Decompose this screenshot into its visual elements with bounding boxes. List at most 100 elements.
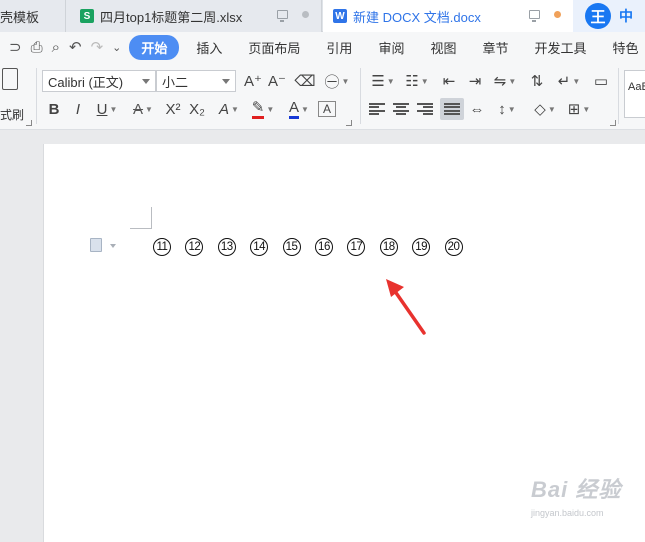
ribbon-menu: ⊃ ⎙ ⌕ ↶ ↷ ⌄ 开始 插入 页面布局 引用 审阅 视图 章节 开发工具 … <box>0 32 645 62</box>
menu-developer[interactable]: 开发工具 <box>525 35 595 60</box>
align-right-icon <box>417 102 433 116</box>
baidu-watermark: Bai 经验 jingyan.baidu.com <box>531 472 621 518</box>
tab-label: 四月top1标题第二周.xlsx <box>100 9 243 25</box>
align-right-button[interactable] <box>414 98 436 120</box>
document-area: 11 12 13 14 15 16 17 18 19 20 Bai 经验 jin… <box>0 131 645 542</box>
bold-button[interactable]: B <box>44 98 64 120</box>
chinese-layout-button[interactable]: ⇋ ▼ <box>490 70 520 92</box>
font-color-icon: A <box>289 99 300 119</box>
divider <box>618 68 619 124</box>
tab-docx-active[interactable]: W 新建 DOCX 文档.docx <box>323 0 573 32</box>
menu-section[interactable]: 章节 <box>473 35 517 60</box>
align-center-button[interactable] <box>390 98 412 120</box>
close-dot-icon[interactable] <box>302 11 309 18</box>
superscript-button[interactable]: X² <box>162 98 184 120</box>
grow-font-button[interactable]: A⁺ <box>242 70 264 92</box>
text-effect-button[interactable]: A ▼ <box>214 98 244 120</box>
font-color-button[interactable]: A ▼ <box>284 98 314 120</box>
font-size-value: 小二 <box>162 74 189 90</box>
paragraph-layout-icon[interactable] <box>90 238 102 252</box>
redo-icon[interactable]: ↷ <box>91 38 104 56</box>
borders-button[interactable]: ⊞ ▼ <box>564 98 594 120</box>
justify-icon <box>444 102 460 116</box>
char-border-button[interactable]: A <box>318 101 336 117</box>
menu-special[interactable]: 特色 <box>604 35 645 60</box>
font-size-select[interactable]: 小二 <box>156 70 236 92</box>
align-left-button[interactable] <box>366 98 388 120</box>
shading-button[interactable]: ◇ ▼ <box>530 98 560 120</box>
format-painter-label: 式刷 <box>0 108 25 122</box>
clipboard-dialog-launcher[interactable] <box>26 120 32 126</box>
circled-number: 20 <box>444 238 463 256</box>
style-gallery-item[interactable]: AaB <box>624 70 645 118</box>
menu-insert[interactable]: 插入 <box>187 35 231 60</box>
document-page[interactable]: 11 12 13 14 15 16 17 18 19 20 Bai 经验 jin… <box>43 144 645 542</box>
menu-page-layout[interactable]: 页面布局 <box>239 35 309 60</box>
paragraph-dialog-launcher[interactable] <box>610 120 616 126</box>
watermark-text: Bai 经验 <box>531 477 622 502</box>
text-effect-icon: A <box>219 100 230 118</box>
divider <box>360 68 361 124</box>
increase-indent-icon[interactable]: ⇥ <box>464 70 486 92</box>
monitor-icon[interactable] <box>277 10 288 22</box>
unsaved-dot-icon[interactable] <box>554 11 561 18</box>
font-name-value: Calibri (正文) <box>48 74 124 90</box>
line-spacing-button[interactable]: ↕ ▼ <box>492 98 522 120</box>
circled-number: 11 <box>153 238 171 256</box>
open-icon[interactable]: ⊃ <box>9 38 22 56</box>
decrease-indent-icon[interactable]: ⇤ <box>438 70 460 92</box>
circled-numbers-line[interactable]: 11 12 13 14 15 16 17 18 19 20 <box>153 238 477 256</box>
clear-format-icon[interactable]: ⌫ <box>294 70 316 92</box>
account-area[interactable]: 王 中 <box>573 0 645 32</box>
circled-number: 15 <box>282 238 301 256</box>
tab-templates[interactable]: 壳模板 <box>0 0 66 32</box>
paragraph-layout-dropdown-icon[interactable] <box>110 244 116 248</box>
distribute-icon[interactable]: ⇔ <box>466 98 488 120</box>
italic-button[interactable]: I <box>68 98 88 120</box>
underline-icon: U <box>96 100 108 118</box>
tab-xlsx[interactable]: S 四月top1标题第二周.xlsx <box>66 0 322 32</box>
quick-access-dropdown-icon[interactable]: ⌄ <box>112 41 121 54</box>
menu-home[interactable]: 开始 <box>129 34 180 60</box>
tab-label: 壳模板 <box>0 9 40 25</box>
underline-button[interactable]: U ▼ <box>92 98 122 120</box>
highlight-icon: ✎ <box>251 99 265 119</box>
menu-references[interactable]: 引用 <box>317 35 361 60</box>
strikethrough-icon: A <box>133 100 144 118</box>
menu-review[interactable]: 审阅 <box>369 35 413 60</box>
document-icon: W <box>333 9 347 23</box>
circled-number: 12 <box>185 238 204 256</box>
ribbon-tools: 式刷 Calibri (正文) 小二 A⁺ A⁻ ⌫ ㊀ ▼ B I U ▼ A ▼ … <box>0 62 645 130</box>
justify-button[interactable] <box>440 98 464 120</box>
tab-label: 新建 DOCX 文档.docx <box>353 9 481 25</box>
page-margin-marker <box>130 207 152 229</box>
font-name-select[interactable]: Calibri (正文) <box>42 70 156 92</box>
monitor-icon[interactable] <box>529 10 540 22</box>
highlight-button[interactable]: ✎ ▼ <box>248 98 278 120</box>
watermark-url: jingyan.baidu.com <box>531 508 604 518</box>
circled-number: 14 <box>250 238 269 256</box>
print-preview-icon[interactable]: ⌕ <box>52 39 60 56</box>
sort-icon[interactable]: ⇅ <box>526 70 548 92</box>
bullets-button[interactable]: ☰ ▼ <box>368 70 398 92</box>
numbering-button[interactable]: ☷ ▼ <box>402 70 432 92</box>
menu-view[interactable]: 视图 <box>421 35 465 60</box>
undo-icon[interactable]: ↶ <box>69 38 82 56</box>
font-dialog-launcher[interactable] <box>346 120 352 126</box>
subscript-button[interactable]: X₂ <box>186 98 208 120</box>
table-grid-icon[interactable]: ▭ <box>590 70 612 92</box>
language-indicator[interactable]: 中 <box>619 6 633 26</box>
circled-number: 17 <box>347 238 366 256</box>
strikethrough-button[interactable]: A ▼ <box>128 98 158 120</box>
circled-number: 18 <box>379 238 398 256</box>
phonetic-guide-button[interactable]: ㊀ ▼ <box>322 70 352 92</box>
print-icon[interactable]: ⎙ <box>31 39 43 56</box>
shrink-font-button[interactable]: A⁻ <box>266 70 288 92</box>
format-painter-button[interactable]: 式刷 <box>0 68 30 124</box>
circled-number: 16 <box>314 238 333 256</box>
tab-bar: 壳模板 S 四月top1标题第二周.xlsx W 新建 DOCX 文档.docx… <box>0 0 645 32</box>
show-marks-button[interactable]: ↵ ▼ <box>554 70 584 92</box>
divider <box>36 68 37 124</box>
user-avatar[interactable]: 王 <box>585 3 611 29</box>
circled-number: 13 <box>217 238 236 256</box>
